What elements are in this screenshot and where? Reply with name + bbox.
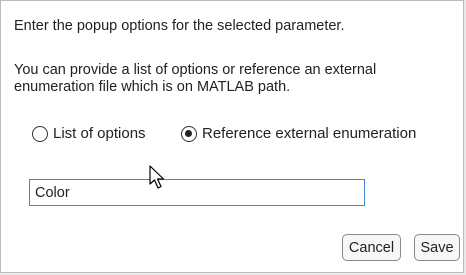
cancel-button[interactable]: Cancel [342,234,401,261]
mouse-pointer-icon [149,165,165,189]
list-of-options-radio[interactable] [32,125,48,142]
reference-external-enumeration-label: Reference external enumeration [202,125,417,142]
reference-external-enumeration-radio[interactable] [181,125,197,142]
enumeration-name-input[interactable] [29,179,365,206]
radio-list-of-options[interactable]: List of options [32,125,146,142]
options-note-text: You can provide a list of options or ref… [14,62,377,95]
save-button[interactable]: Save [414,234,460,261]
popup-options-dialog: Enter the popup options for the selected… [0,0,464,273]
instruction-text: Enter the popup options for the selected… [14,18,345,34]
radio-reference-external-enumeration[interactable]: Reference external enumeration [181,125,416,142]
list-of-options-label: List of options [53,125,146,142]
